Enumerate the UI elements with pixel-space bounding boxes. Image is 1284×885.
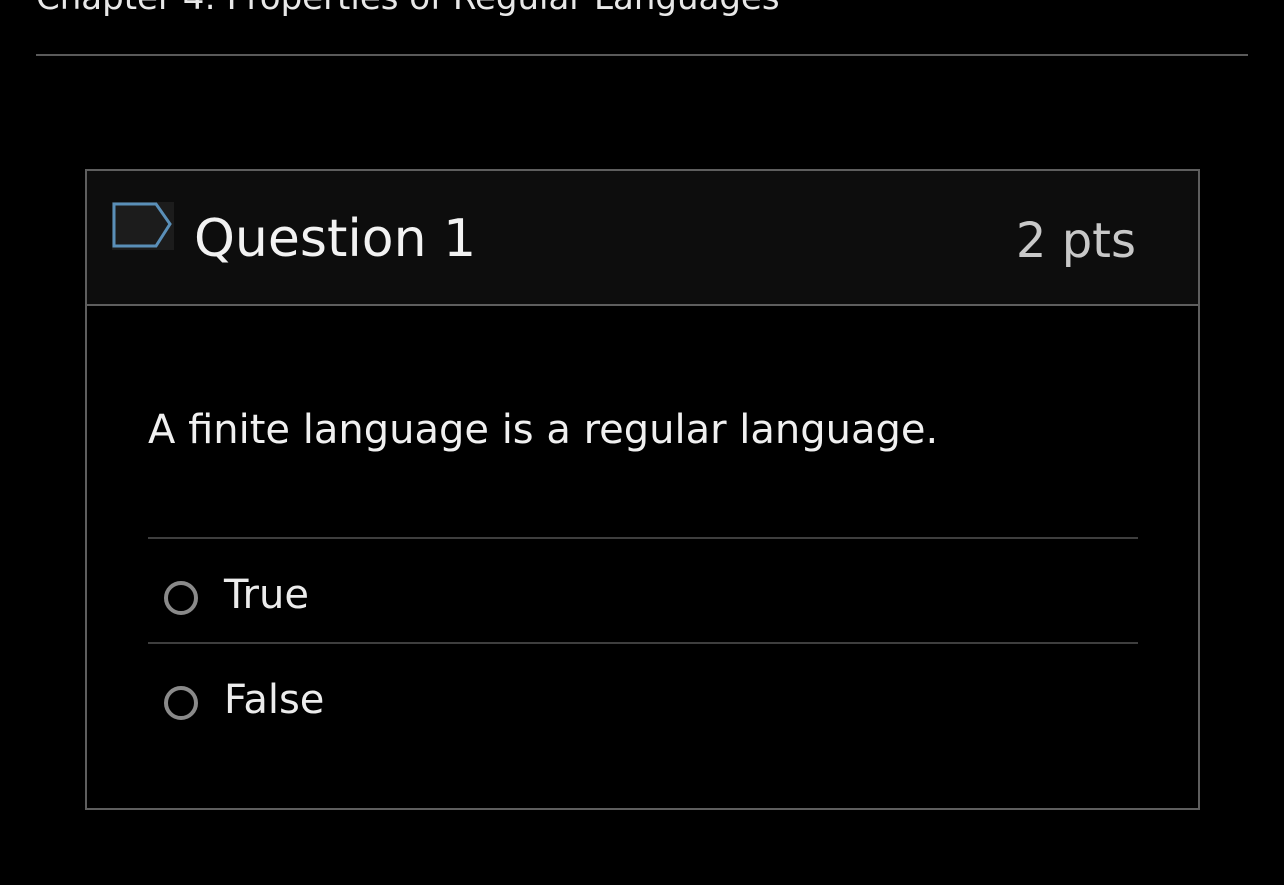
radio-button-true[interactable] — [164, 581, 198, 615]
question-header: Question 1 2 pts — [87, 171, 1198, 306]
radio-button-false[interactable] — [164, 686, 198, 720]
header-divider — [36, 54, 1248, 56]
question-card: Question 1 2 pts A finite language is a … — [85, 169, 1200, 810]
flag-outline-icon[interactable] — [112, 202, 174, 250]
page-heading: Chapter 4: Properties of Regular Languag… — [36, 0, 780, 18]
question-text: A finite language is a regular language. — [148, 407, 939, 453]
answer-label-true[interactable]: True — [224, 570, 309, 620]
answers-list: True False — [148, 537, 1138, 747]
answer-label-false[interactable]: False — [224, 675, 324, 725]
answer-option-false[interactable]: False — [148, 644, 1138, 747]
question-title: Question 1 — [194, 209, 477, 269]
answer-option-true[interactable]: True — [148, 539, 1138, 642]
question-points: 2 pts — [1015, 213, 1136, 269]
